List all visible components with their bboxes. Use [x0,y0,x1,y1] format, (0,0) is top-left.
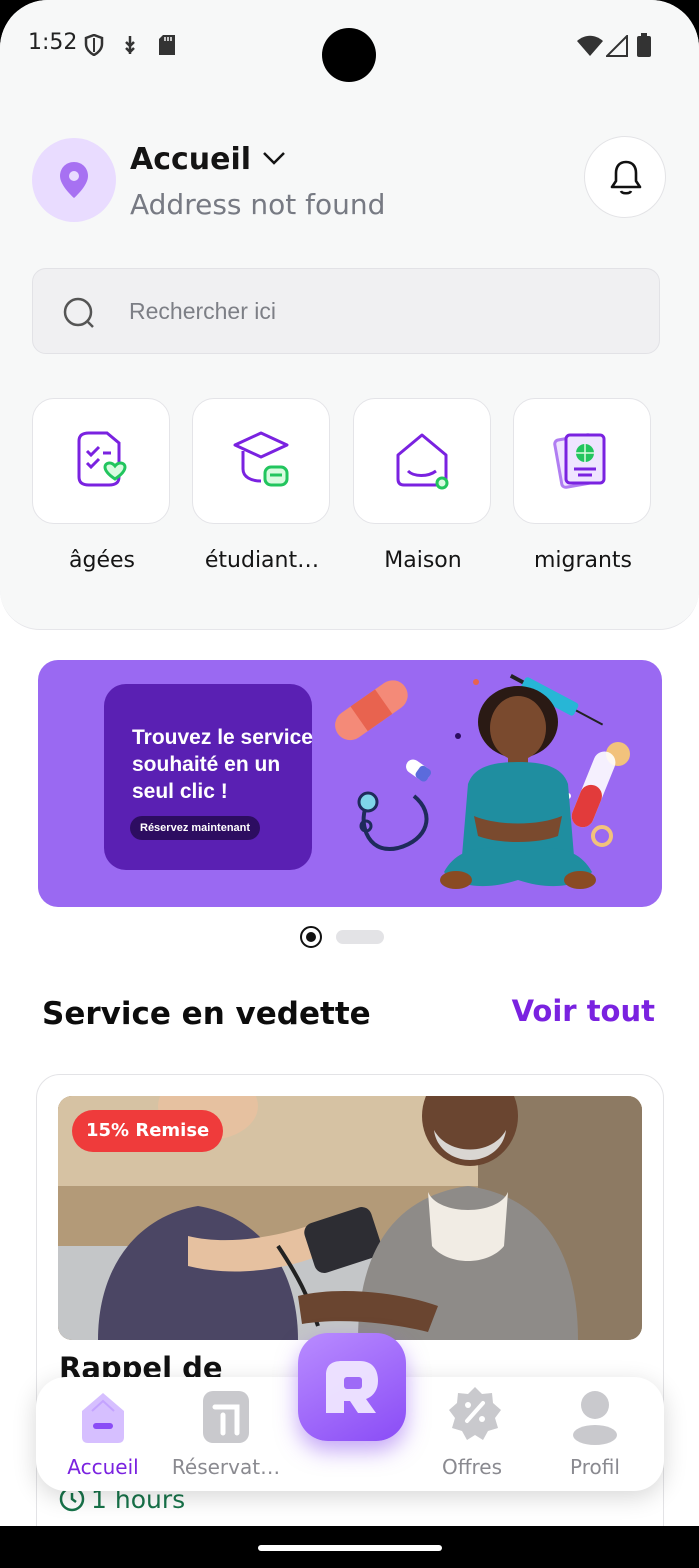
banner-headline: Trouvez le service souhaité en un seul c… [132,726,313,803]
category-migrants[interactable]: migrants [513,398,653,573]
nav-label: Profil [570,1455,620,1479]
signal-icon [606,35,628,57]
discount-badge: 15% Remise [72,1110,224,1152]
home-icon [82,1393,124,1443]
elderly-care-icon [77,431,127,487]
sd-card-icon [159,35,175,55]
search-bar[interactable] [32,268,660,354]
front-camera [322,28,376,82]
location-avatar[interactable] [32,138,116,222]
search-icon [63,297,94,328]
category-maison[interactable]: Maison [353,398,493,573]
status-bar: 1:52 [0,0,699,92]
category-etudiants[interactable]: étudiant… [192,398,332,573]
banner-text-card: Trouvez le service souhaité en un seul c… [104,684,313,870]
booking-icon [203,1391,249,1443]
user-icon [573,1391,617,1445]
usb-icon [125,36,135,54]
category-icon-box[interactable] [513,398,651,524]
search-input[interactable] [129,291,629,331]
location-title[interactable]: Accueil [130,142,251,177]
home-icon [396,433,449,490]
nav-accueil[interactable]: Accueil [38,1377,168,1491]
nav-profil[interactable]: Profil [530,1377,660,1491]
header-panel: Accueil Address not found Rechercher ici… [0,92,699,630]
nav-label: Offres [441,1455,503,1479]
shield-icon [84,34,104,56]
featured-section-title: Service en vedette [42,996,371,1032]
location-subtitle: Address not found [130,188,386,221]
nav-reservations[interactable]: Réservat… [161,1377,291,1491]
book-now-button[interactable]: Réservez maintenant [130,816,261,840]
notifications-button[interactable] [584,136,666,218]
offers-badge-icon [449,1387,501,1440]
category-icon-box[interactable] [353,398,491,524]
bell-icon [610,160,642,195]
nav-label: Accueil [67,1455,139,1479]
graduation-cap-icon [233,431,289,487]
service-card[interactable]: 15% Remise Rappel de 1 hours [36,1074,664,1568]
category-icon-box[interactable] [192,398,330,524]
carousel-dot[interactable] [336,930,384,944]
chevron-down-icon[interactable] [262,150,286,166]
service-image: 15% Remise [58,1096,642,1340]
category-icon-box[interactable] [32,398,170,524]
nurse-illustration [335,673,630,889]
passport-icon [553,433,606,489]
location-pin-icon [60,162,88,198]
promo-banner[interactable]: Trouvez le service souhaité en un seul c… [38,660,662,907]
see-all-link[interactable]: Voir tout [512,994,655,1028]
center-app-button[interactable] [298,1333,406,1441]
status-time: 1:52 [28,30,78,55]
category-agees[interactable]: âgées [32,398,172,573]
nav-label: Réservat… [171,1455,281,1479]
battery-icon [637,33,651,57]
category-label: migrants [533,548,633,573]
carousel-dot-active[interactable] [300,926,322,948]
home-gesture-handle[interactable] [258,1545,442,1551]
nav-offres[interactable]: Offres [407,1377,537,1491]
app-logo-icon [326,1361,378,1413]
app-screen: 1:52 Accueil Address not found Recherche… [0,0,699,1568]
wifi-icon [577,35,603,56]
